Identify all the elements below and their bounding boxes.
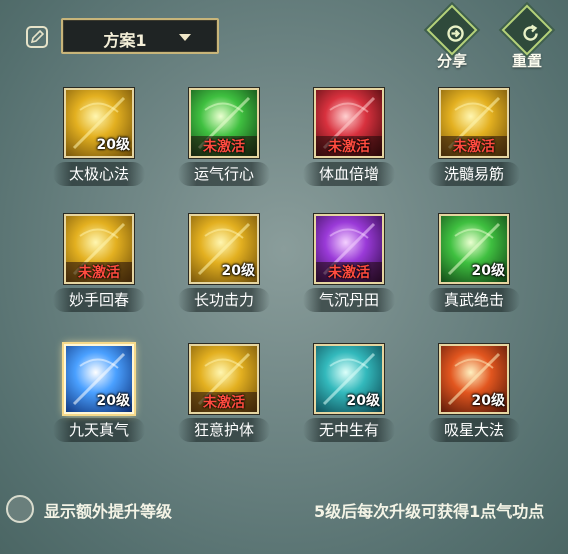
skill-item[interactable]: 20级九天真气 xyxy=(53,344,145,442)
skill-name: 无中生有 xyxy=(303,418,395,442)
footer-bar: 显示额外提升等级 5级后每次升级可获得1点气功点 xyxy=(0,492,568,528)
skill-name: 运气行心 xyxy=(178,162,270,186)
skill-name: 太极心法 xyxy=(53,162,145,186)
skill-icon: 20级 xyxy=(439,344,509,414)
skill-item[interactable]: 未激活 气沉丹田 xyxy=(303,214,395,312)
skill-icon: 20级 xyxy=(64,88,134,158)
level-badge: 20级 xyxy=(346,393,380,409)
skill-name: 狂意护体 xyxy=(178,418,270,442)
level-badge: 20级 xyxy=(471,393,505,409)
skill-item[interactable]: 未激活 洗髓易筋 xyxy=(428,88,520,186)
skill-icon: 20级 xyxy=(439,214,509,284)
chevron-down-icon xyxy=(179,34,191,41)
upgrade-hint: 5级后每次升级可获得1点气功点 xyxy=(314,502,545,521)
skill-icon: 未激活 xyxy=(439,88,509,158)
skill-icon: 未激活 xyxy=(314,214,384,284)
skill-name: 九天真气 xyxy=(53,418,145,442)
skill-name: 体血倍增 xyxy=(303,162,395,186)
skill-item[interactable]: 未激活 运气行心 xyxy=(178,88,270,186)
level-badge: 20级 xyxy=(471,263,505,279)
locked-badge: 未激活 xyxy=(441,136,507,156)
locked-badge: 未激活 xyxy=(66,262,132,282)
edit-icon[interactable] xyxy=(26,26,48,48)
level-badge: 20级 xyxy=(96,137,130,153)
share-button[interactable]: 分享 xyxy=(422,4,482,71)
share-icon xyxy=(426,4,478,56)
skill-name: 长功击力 xyxy=(178,288,270,312)
extra-level-toggle[interactable] xyxy=(6,495,34,523)
skill-icon: 未激活 xyxy=(189,88,259,158)
refresh-icon xyxy=(501,4,553,56)
skill-item[interactable]: 20级吸星大法 xyxy=(428,344,520,442)
skill-item[interactable]: 未激活 体血倍增 xyxy=(303,88,395,186)
skill-item[interactable]: 未激活 妙手回春 xyxy=(53,214,145,312)
skill-item[interactable]: 未激活 狂意护体 xyxy=(178,344,270,442)
skill-item[interactable]: 20级无中生有 xyxy=(303,344,395,442)
skill-name: 气沉丹田 xyxy=(303,288,395,312)
skill-name: 真武绝击 xyxy=(428,288,520,312)
skill-name: 妙手回春 xyxy=(53,288,145,312)
locked-badge: 未激活 xyxy=(316,262,382,282)
skill-icon: 20级 xyxy=(64,344,134,414)
level-badge: 20级 xyxy=(96,393,130,409)
plan-dropdown[interactable]: 方案1 xyxy=(61,18,219,54)
skill-icon: 未激活 xyxy=(189,344,259,414)
skill-icon: 20级 xyxy=(189,214,259,284)
locked-badge: 未激活 xyxy=(316,136,382,156)
skill-icon: 未激活 xyxy=(314,88,384,158)
reset-button[interactable]: 重置 xyxy=(497,4,557,71)
skill-name: 吸星大法 xyxy=(428,418,520,442)
skill-item[interactable]: 20级太极心法 xyxy=(53,88,145,186)
locked-badge: 未激活 xyxy=(191,136,257,156)
plan-label: 方案1 xyxy=(103,31,147,50)
skill-item[interactable]: 20级长功击力 xyxy=(178,214,270,312)
skill-icon: 20级 xyxy=(314,344,384,414)
skill-name: 洗髓易筋 xyxy=(428,162,520,186)
locked-badge: 未激活 xyxy=(191,392,257,412)
toggle-label: 显示额外提升等级 xyxy=(44,502,173,521)
skill-item[interactable]: 20级真武绝击 xyxy=(428,214,520,312)
level-badge: 20级 xyxy=(221,263,255,279)
skill-icon: 未激活 xyxy=(64,214,134,284)
